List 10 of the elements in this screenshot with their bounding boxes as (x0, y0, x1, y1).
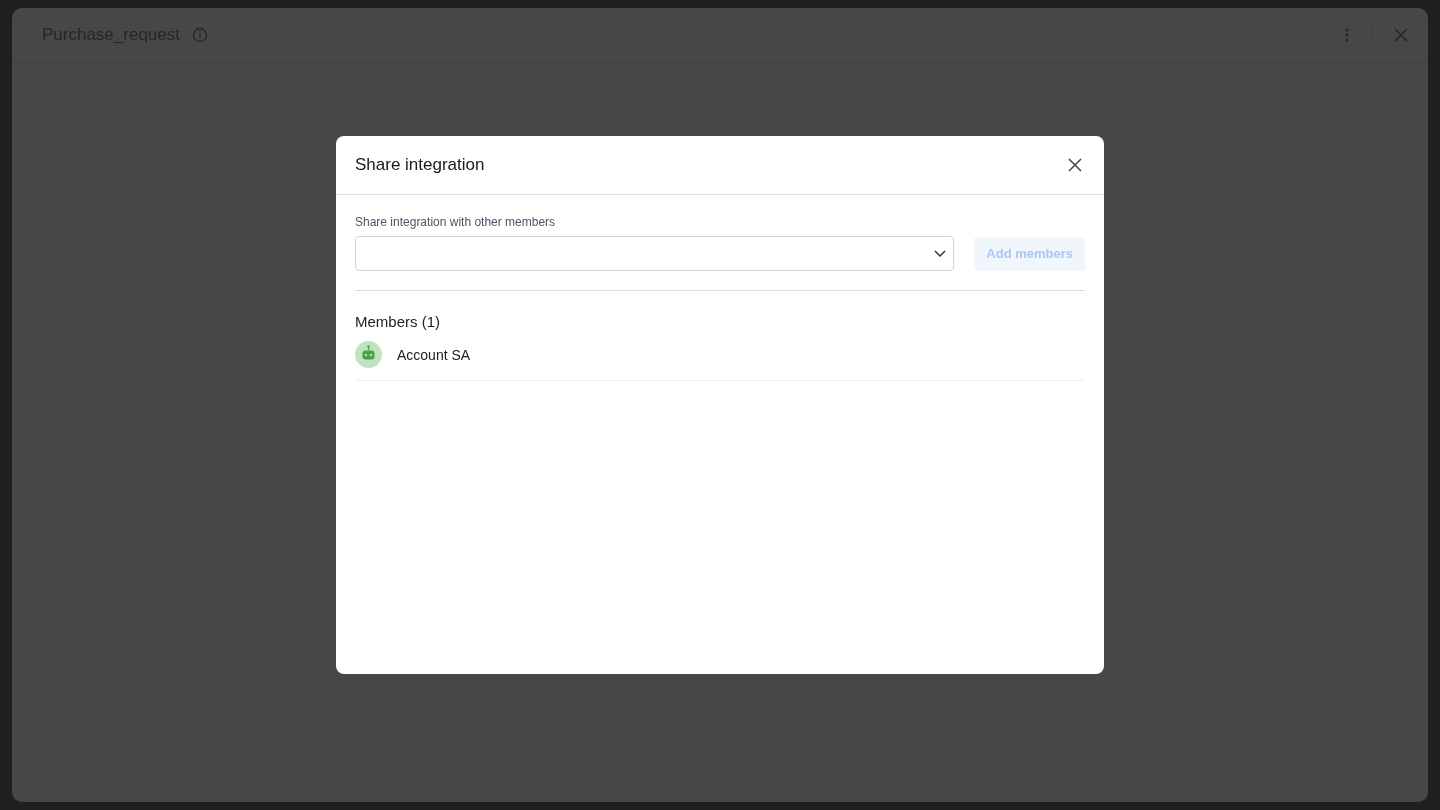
more-options-icon[interactable] (1345, 28, 1349, 42)
robot-avatar-icon (355, 341, 382, 368)
field-label: Share integration with other members (355, 215, 557, 229)
dialog-title: Share integration (355, 155, 485, 175)
info-icon[interactable] (192, 27, 208, 43)
chevron-down-icon (934, 249, 947, 258)
members-select[interactable] (355, 236, 955, 271)
members-heading: Members (1) (355, 313, 441, 330)
close-icon[interactable] (1068, 158, 1082, 172)
member-name: Account SA (397, 346, 471, 363)
